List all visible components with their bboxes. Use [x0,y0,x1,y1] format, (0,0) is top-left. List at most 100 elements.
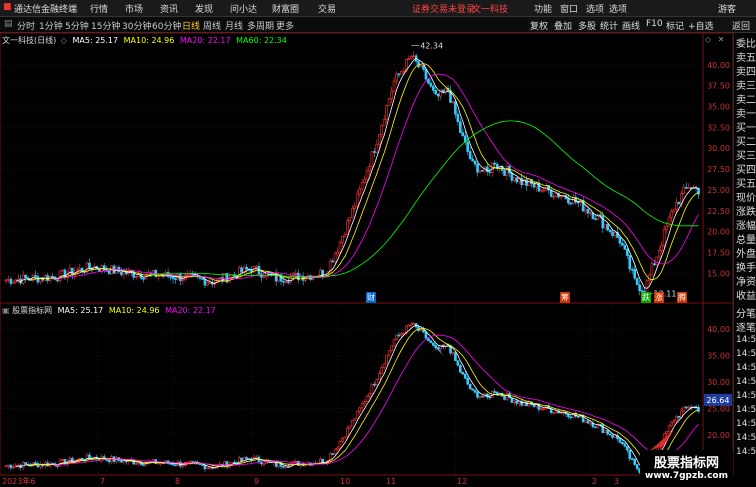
sub-candle-body [348,425,352,429]
sub-candle-body [466,377,469,385]
main-candle-body [358,188,361,195]
main-candle-body [621,242,624,246]
sub-ma5-label: MA5: 25.17 [57,306,104,315]
main-candle-body [395,73,398,82]
sub-candle-body [665,431,668,434]
ma5-label: MA5: 25.17 [72,36,119,45]
tick-time: 14:56 [736,433,756,443]
main-candle-body [527,179,531,186]
main-candle-body [540,189,543,192]
main-candle-body [402,70,406,73]
sub-candle-body [363,401,366,405]
sub-candle-body [377,373,381,380]
sub-candle-body [245,457,248,460]
main-candle-body [9,278,13,284]
main-candle-body [387,98,391,106]
candlestick-chart[interactable]: 40.00 37.50 35.00 32.50 30.00 27.50 25.00 22.50… [0,0,756,487]
sub-candle-body [338,441,342,449]
main-candle-body [198,276,202,279]
quote-field: 卖二 [736,95,756,106]
sub-candle-body [608,433,612,436]
main-candle-body [476,163,479,173]
sub-candle-body [459,364,462,373]
main-candle-body [71,267,74,276]
quote-panel: 委比 卖五 卖四 卖三 卖二 卖一 买一 买二 买三 买四 买五 现价 涨跌 涨… [733,33,756,303]
event-badge-finance[interactable]: 财 [366,292,376,303]
sub-candle-body [385,354,388,365]
quote-field: 卖五 [736,53,756,64]
sub-candle-body [684,406,688,409]
sub-candle-body [569,416,573,419]
sub-candle-body [473,389,477,393]
ma10-label: MA10: 24.96 [123,36,175,45]
main-candle-body [21,274,25,284]
main-candle-body [670,210,673,218]
main-candle-body [589,212,592,215]
sub-candle-body [532,404,536,407]
sub-candle-body [284,466,288,468]
sub-candle-body [350,419,354,427]
main-candle-body [287,281,290,283]
sub-candle-body [633,458,636,465]
main-candle-body [441,89,445,93]
tick-time: 14:56 [736,335,756,345]
sub-candle-body [594,426,597,429]
event-badge-rise[interactable]: 腾 [677,292,687,303]
event-badge-up[interactable]: 涨 [654,292,664,303]
sub-candle-body [552,412,555,414]
main-candle-body [201,277,204,280]
ticks-tab-bidask[interactable]: 分笔 [736,305,756,320]
main-candle-body [456,114,460,122]
sub-candle-body [171,463,175,466]
main-candle-body [513,177,516,181]
main-ytick-label: 40.00 [707,61,730,70]
xtick-label: 7 [100,477,105,486]
tick-time: 14:56 [736,363,756,373]
sub-chart-header: ▣ 股票指标网 MA5: 25.17 MA10: 24.96 MA20: 22.… [2,305,216,316]
main-candle-body [16,278,20,281]
main-candle-body [61,269,64,272]
main-candle-body [466,141,469,152]
main-ma60-line [150,120,699,278]
sub-candle-body [567,413,570,418]
ticks-tab-each[interactable]: 逐笔 [736,319,756,334]
sub-candle-body [134,463,138,465]
sub-candle-body [201,464,204,466]
main-candle-body [407,58,411,60]
event-badge-chip[interactable]: 筹 [560,292,570,303]
settings-diamond-icon[interactable]: ◇ [705,35,711,44]
main-candle-body [181,279,185,281]
main-candle-body [289,276,293,283]
sub-candle-body [409,323,413,326]
main-candle-body [203,279,207,286]
main-candle-body [24,274,27,279]
main-ytick-label: 17.50 [707,248,730,257]
sub-candle-body [542,408,546,410]
main-candle-body [417,61,420,68]
main-candle-body [660,245,664,251]
sub-candle-body [333,448,337,455]
quote-field: 收益 [736,291,756,302]
main-candle-body [444,87,447,93]
main-candle-body [51,276,54,278]
quote-field: 买二 [736,137,756,148]
collapse-icon[interactable]: ◇ [61,36,67,45]
main-candle-body [542,189,546,192]
close-icon[interactable]: ✕ [718,35,725,44]
event-badge-down[interactable]: 跌 [641,292,651,303]
main-candle-body [102,265,106,271]
main-candle-body [657,250,661,258]
sub-candle-body [618,438,622,443]
tick-time: 14:56 [736,391,756,401]
sub-candle-body [34,462,37,465]
sub-candle-body [353,418,357,421]
sub-candle-body [346,427,349,438]
main-candle-body [341,236,344,243]
sub-candle-body [400,333,403,336]
main-candle-body [638,284,641,291]
main-candle-body [336,251,339,255]
sub-candle-body [380,367,384,374]
sub-candle-body [255,456,258,459]
main-candle-body [630,268,634,271]
sub-candle-body [368,393,371,397]
